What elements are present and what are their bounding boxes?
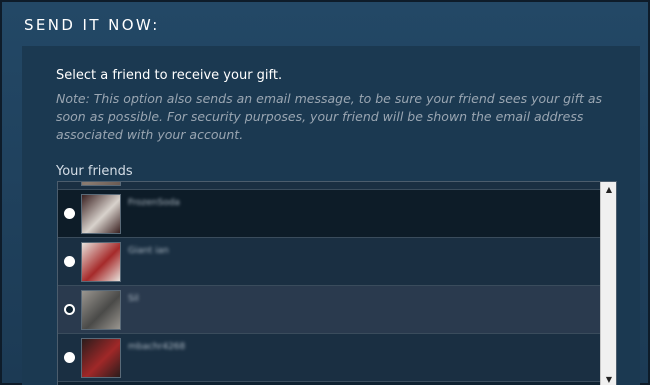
friend-row[interactable]: FrozenSoda	[58, 190, 600, 238]
friend-avatar	[81, 338, 121, 378]
friend-row[interactable]: Giant ian	[58, 238, 600, 286]
friend-name: FrozenSoda	[128, 198, 180, 208]
friend-radio-button[interactable]	[64, 352, 75, 363]
friend-avatar	[81, 290, 121, 330]
friends-list[interactable]: FrozenSoda Giant ian Sil mbachr4268 ▲ ▼	[57, 181, 617, 385]
email-note: Note: This option also sends an email me…	[56, 91, 603, 142]
select-friend-prompt: Select a friend to receive your gift.	[56, 68, 283, 83]
friend-name: Giant ian	[128, 246, 169, 256]
friend-radio-button[interactable]	[64, 256, 75, 267]
friend-avatar	[81, 182, 121, 186]
friend-row[interactable]: Sil	[58, 286, 600, 334]
scroll-down-icon[interactable]: ▼	[601, 372, 616, 385]
friend-avatar	[81, 242, 121, 282]
section-title: SEND IT NOW:	[24, 16, 160, 34]
friend-row[interactable]: mbachr4268	[58, 334, 600, 382]
friends-list-scrollbar[interactable]: ▲ ▼	[600, 182, 616, 385]
friend-row[interactable]	[58, 182, 600, 190]
friend-name: Sil	[128, 294, 139, 304]
friend-avatar	[81, 194, 121, 234]
friend-radio-button[interactable]	[64, 208, 75, 219]
scroll-up-icon[interactable]: ▲	[601, 182, 616, 198]
send-it-now-section: SEND IT NOW: Select a friend to receive …	[0, 0, 650, 385]
your-friends-label: Your friends	[56, 164, 133, 179]
friend-radio-button[interactable]	[64, 304, 75, 315]
friend-name: mbachr4268	[128, 342, 186, 352]
gift-recipient-panel: Select a friend to receive your gift. No…	[22, 46, 640, 385]
